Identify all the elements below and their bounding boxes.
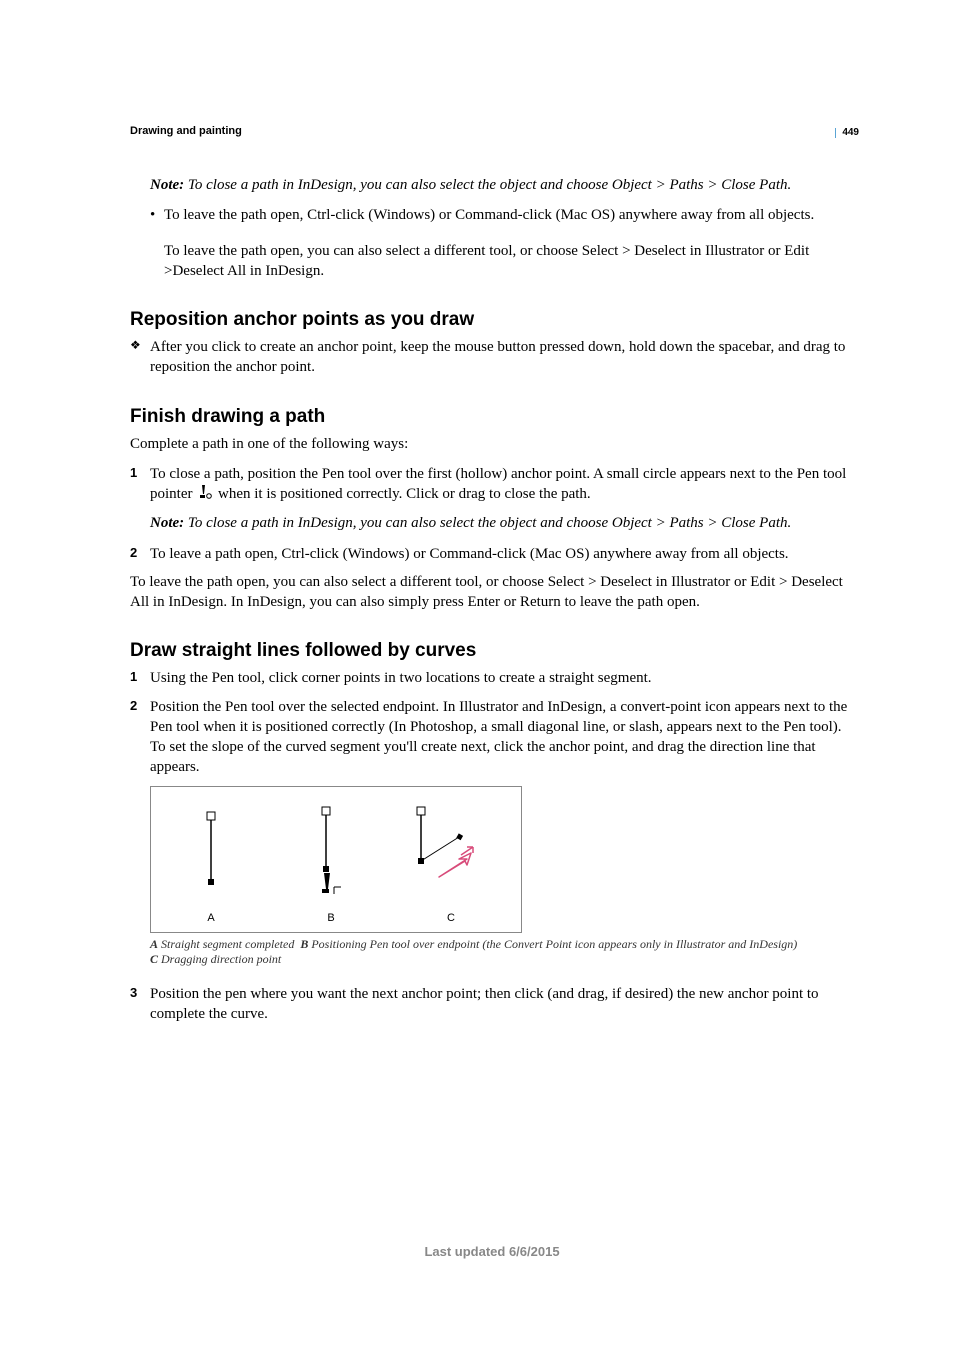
list-marker: 2 — [130, 697, 150, 778]
figure-wrap: A B — [150, 786, 854, 933]
diamond-marker: ❖ — [130, 337, 150, 378]
list-marker: 2 — [130, 544, 150, 564]
finish-intro: Complete a path in one of the following … — [130, 434, 854, 454]
list-text: Position the Pen tool over the selected … — [150, 697, 854, 778]
finish-tail: To leave the path open, you can also sel… — [130, 572, 854, 613]
caption-b: Positioning Pen tool over endpoint (the … — [311, 937, 797, 951]
step1b: when it is positioned correctly. Click o… — [218, 486, 591, 502]
breadcrumb: Drawing and painting — [130, 125, 854, 137]
caption-c-key: C — [150, 952, 158, 966]
list-text: Position the pen where you want the next… — [150, 984, 854, 1025]
list-marker: 1 — [130, 668, 150, 688]
pen-close-icon — [198, 484, 212, 505]
note-label: Note: — [150, 515, 188, 531]
list-item: 3 Position the pen where you want the ne… — [130, 984, 854, 1025]
page: 449 Drawing and painting Note: To close … — [0, 0, 954, 1329]
bullet-subtext: To leave the path open, you can also sel… — [164, 241, 854, 282]
list-text: Using the Pen tool, click corner points … — [150, 668, 854, 688]
list-item: 1 To close a path, position the Pen tool… — [130, 464, 854, 506]
figure-b-art — [306, 799, 356, 899]
list-item: 2 To leave a path open, Ctrl-click (Wind… — [130, 544, 854, 564]
caption-a: Straight segment completed — [161, 937, 294, 951]
note-label: Note: — [150, 177, 188, 193]
diamond-item: ❖ After you click to create an anchor po… — [130, 337, 854, 378]
caption-b-key: B — [300, 937, 308, 951]
list-marker: 1 — [130, 464, 150, 506]
finish-note-text: To close a path in InDesign, you can als… — [188, 515, 791, 531]
bullet-item: • To leave the path open, Ctrl-click (Wi… — [150, 205, 854, 225]
bullet-marker: • — [150, 205, 164, 225]
intro-note-text: To close a path in InDesign, you can als… — [188, 177, 791, 193]
figure-label-a: A — [207, 912, 214, 932]
list-item: 1 Using the Pen tool, click corner point… — [130, 668, 854, 688]
diamond-text: After you click to create an anchor poin… — [150, 337, 854, 378]
caption-a-key: A — [150, 937, 158, 951]
figure-c-art — [401, 799, 501, 899]
figure-label-b: B — [327, 912, 334, 932]
bullet-text: To leave the path open, Ctrl-click (Wind… — [164, 205, 854, 225]
section-heading-finish: Finish drawing a path — [130, 406, 854, 428]
list-text: To leave a path open, Ctrl-click (Window… — [150, 544, 854, 564]
section-heading-reposition: Reposition anchor points as you draw — [130, 309, 854, 331]
figure-a-art — [191, 804, 231, 894]
section-heading-draw: Draw straight lines followed by curves — [130, 640, 854, 662]
list-marker: 3 — [130, 984, 150, 1025]
list-text: To close a path, position the Pen tool o… — [150, 464, 854, 506]
caption-c: Dragging direction point — [161, 952, 281, 966]
finish-note: Note: To close a path in InDesign, you c… — [150, 513, 854, 533]
figure-caption: A Straight segment completed B Positioni… — [150, 937, 850, 968]
list-item: 2 Position the Pen tool over the selecte… — [130, 697, 854, 778]
figure-label-c: C — [447, 912, 455, 932]
footer: Last updated 6/6/2015 — [130, 1244, 854, 1269]
figure: A B — [150, 786, 522, 933]
page-number: 449 — [835, 128, 859, 138]
intro-note: Note: To close a path in InDesign, you c… — [150, 175, 854, 195]
